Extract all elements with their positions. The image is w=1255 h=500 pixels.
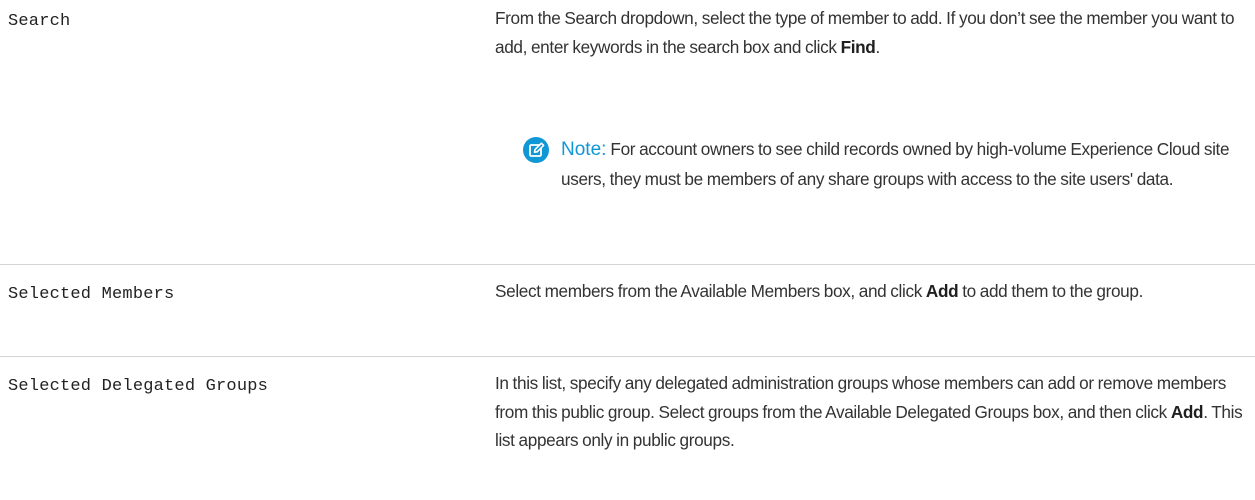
table-row-search: Search From the Search dropdown, select …: [0, 0, 1255, 265]
add-term: Add: [925, 281, 959, 301]
description-paragraph: From the Search dropdown, select the typ…: [495, 8, 1235, 57]
description-search: From the Search dropdown, select the typ…: [495, 4, 1245, 61]
field-description-table: Search From the Search dropdown, select …: [0, 0, 1255, 500]
description-selected-members: Select members from the Available Member…: [495, 277, 1245, 306]
note-edit-icon: [523, 137, 549, 163]
description-selected-delegated-groups: In this list, specify any delegated admi…: [495, 369, 1245, 455]
table-row-selected-delegated-groups: Selected Delegated Groups In this list, …: [0, 357, 1255, 500]
field-name-search: Search: [8, 12, 71, 31]
find-term: Find: [840, 36, 876, 57]
add-term: Add: [1170, 401, 1204, 422]
note-label: Note:: [561, 139, 607, 160]
field-name-selected-delegated-groups: Selected Delegated Groups: [8, 377, 269, 396]
table-row-selected-members: Selected Members Select members from the…: [0, 265, 1255, 357]
description-paragraph: In this list, specify any delegated admi…: [495, 373, 1243, 450]
description-paragraph: Select members from the Available Member…: [495, 281, 1144, 301]
note-text: Note: For account owners to see child rec…: [561, 139, 1230, 189]
field-name-selected-members: Selected Members: [8, 285, 175, 304]
note-callout: Note: For account owners to see child rec…: [523, 135, 1253, 193]
